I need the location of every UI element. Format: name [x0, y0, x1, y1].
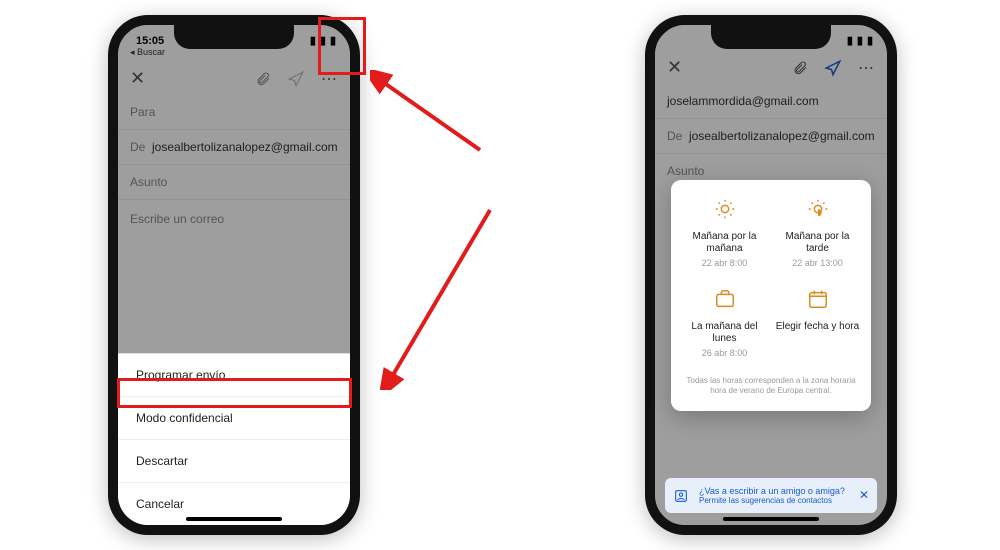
compose-toolbar: ✕ ⋯ [118, 62, 350, 95]
body-input[interactable]: Escribe un correo [118, 200, 350, 238]
suggestion-banner[interactable]: ¿Vas a escribir a un amigo o amiga? Perm… [665, 478, 877, 513]
send-icon[interactable] [287, 70, 305, 88]
schedule-card: Mañana por la mañana 22 abr 8:00 Mañana … [671, 180, 871, 411]
schedule-option-pick-date[interactable]: Elegir fecha y hora [774, 288, 861, 358]
screen-left: 15:05 ▮ ▮ ▮ ◂ Buscar ✕ ⋯ Para De josealb… [118, 25, 350, 525]
sheet-item-label: Descartar [136, 454, 188, 468]
from-label: De [667, 129, 682, 143]
compose-toolbar: ✕ ⋯ [655, 47, 887, 84]
screen-right: ▮ ▮ ▮ ✕ ⋯ joselammordida@gmail.com De jo… [655, 25, 887, 525]
banner-subtitle: Permite las sugerencias de contactos [699, 496, 849, 505]
sheet-item-label: Cancelar [136, 497, 184, 511]
sun-icon [714, 198, 736, 225]
attach-icon[interactable] [792, 60, 808, 76]
attach-icon[interactable] [255, 71, 271, 87]
status-right-icons: ▮ ▮ ▮ [847, 34, 873, 47]
notch [174, 23, 294, 49]
close-icon[interactable]: ✕ [667, 57, 682, 78]
status-time: 15:05 [136, 35, 164, 47]
from-label: De [130, 140, 145, 154]
timezone-note: Todas las horas corresponden a la zona h… [681, 376, 861, 397]
subject-label: Asunto [667, 164, 704, 178]
wifi-icon: ▮ [857, 34, 863, 47]
schedule-option-date: 26 abr 8:00 [681, 348, 768, 358]
status-time [673, 35, 676, 47]
schedule-option-monday-morning[interactable]: La mañana del lunes 26 abr 8:00 [681, 288, 768, 358]
phone-right: ▮ ▮ ▮ ✕ ⋯ joselammordida@gmail.com De jo… [645, 15, 897, 535]
annotation-box-schedule [117, 378, 352, 408]
body-placeholder: Escribe un correo [130, 212, 224, 226]
send-icon[interactable] [824, 59, 842, 77]
home-indicator [186, 517, 282, 521]
signal-icon: ▮ [847, 34, 853, 47]
to-field[interactable]: Para [118, 95, 350, 130]
to-value: joselammordida@gmail.com [667, 94, 819, 108]
battery-icon: ▮ [867, 34, 873, 47]
to-label: Para [130, 105, 155, 119]
schedule-option-title: Mañana por la mañana [681, 231, 768, 255]
from-value: josealbertolizanalopez@gmail.com [152, 140, 338, 154]
more-icon[interactable]: ⋯ [858, 58, 875, 78]
close-icon[interactable]: ✕ [130, 68, 145, 89]
back-search-label: Buscar [137, 47, 165, 57]
schedule-option-title: Elegir fecha y hora [774, 321, 861, 333]
briefcase-icon [714, 288, 736, 315]
sheet-item-label: Modo confidencial [136, 411, 233, 425]
schedule-option-title: La mañana del lunes [681, 321, 768, 345]
schedule-option-tomorrow-morning[interactable]: Mañana por la mañana 22 abr 8:00 [681, 198, 768, 268]
to-field[interactable]: joselammordida@gmail.com [655, 84, 887, 119]
contacts-icon [673, 488, 689, 509]
annotation-arrow-top [370, 70, 490, 160]
from-field[interactable]: De josealbertolizanalopez@gmail.com [118, 130, 350, 165]
from-value: josealbertolizanalopez@gmail.com [689, 129, 875, 143]
back-search[interactable]: ◂ Buscar [118, 47, 350, 62]
home-indicator [723, 517, 819, 521]
signal-icon: ▮ [310, 34, 316, 47]
subject-label: Asunto [130, 175, 167, 189]
schedule-option-date: 22 abr 8:00 [681, 258, 768, 268]
calendar-icon [807, 288, 829, 315]
sunset-icon [807, 198, 829, 225]
schedule-option-date: 22 abr 13:00 [774, 258, 861, 268]
schedule-option-title: Mañana por la tarde [774, 231, 861, 255]
annotation-box-more [318, 17, 366, 75]
schedule-option-tomorrow-afternoon[interactable]: Mañana por la tarde 22 abr 13:00 [774, 198, 861, 268]
annotation-arrow-bottom [380, 200, 500, 390]
from-field[interactable]: De josealbertolizanalopez@gmail.com [655, 119, 887, 154]
sheet-item-discard[interactable]: Descartar [118, 440, 350, 483]
phone-left: 15:05 ▮ ▮ ▮ ◂ Buscar ✕ ⋯ Para De josealb… [108, 15, 360, 535]
notch [711, 23, 831, 49]
banner-close-icon[interactable]: ✕ [859, 488, 869, 502]
subject-field[interactable]: Asunto [118, 165, 350, 200]
banner-title: ¿Vas a escribir a un amigo o amiga? [699, 486, 849, 496]
